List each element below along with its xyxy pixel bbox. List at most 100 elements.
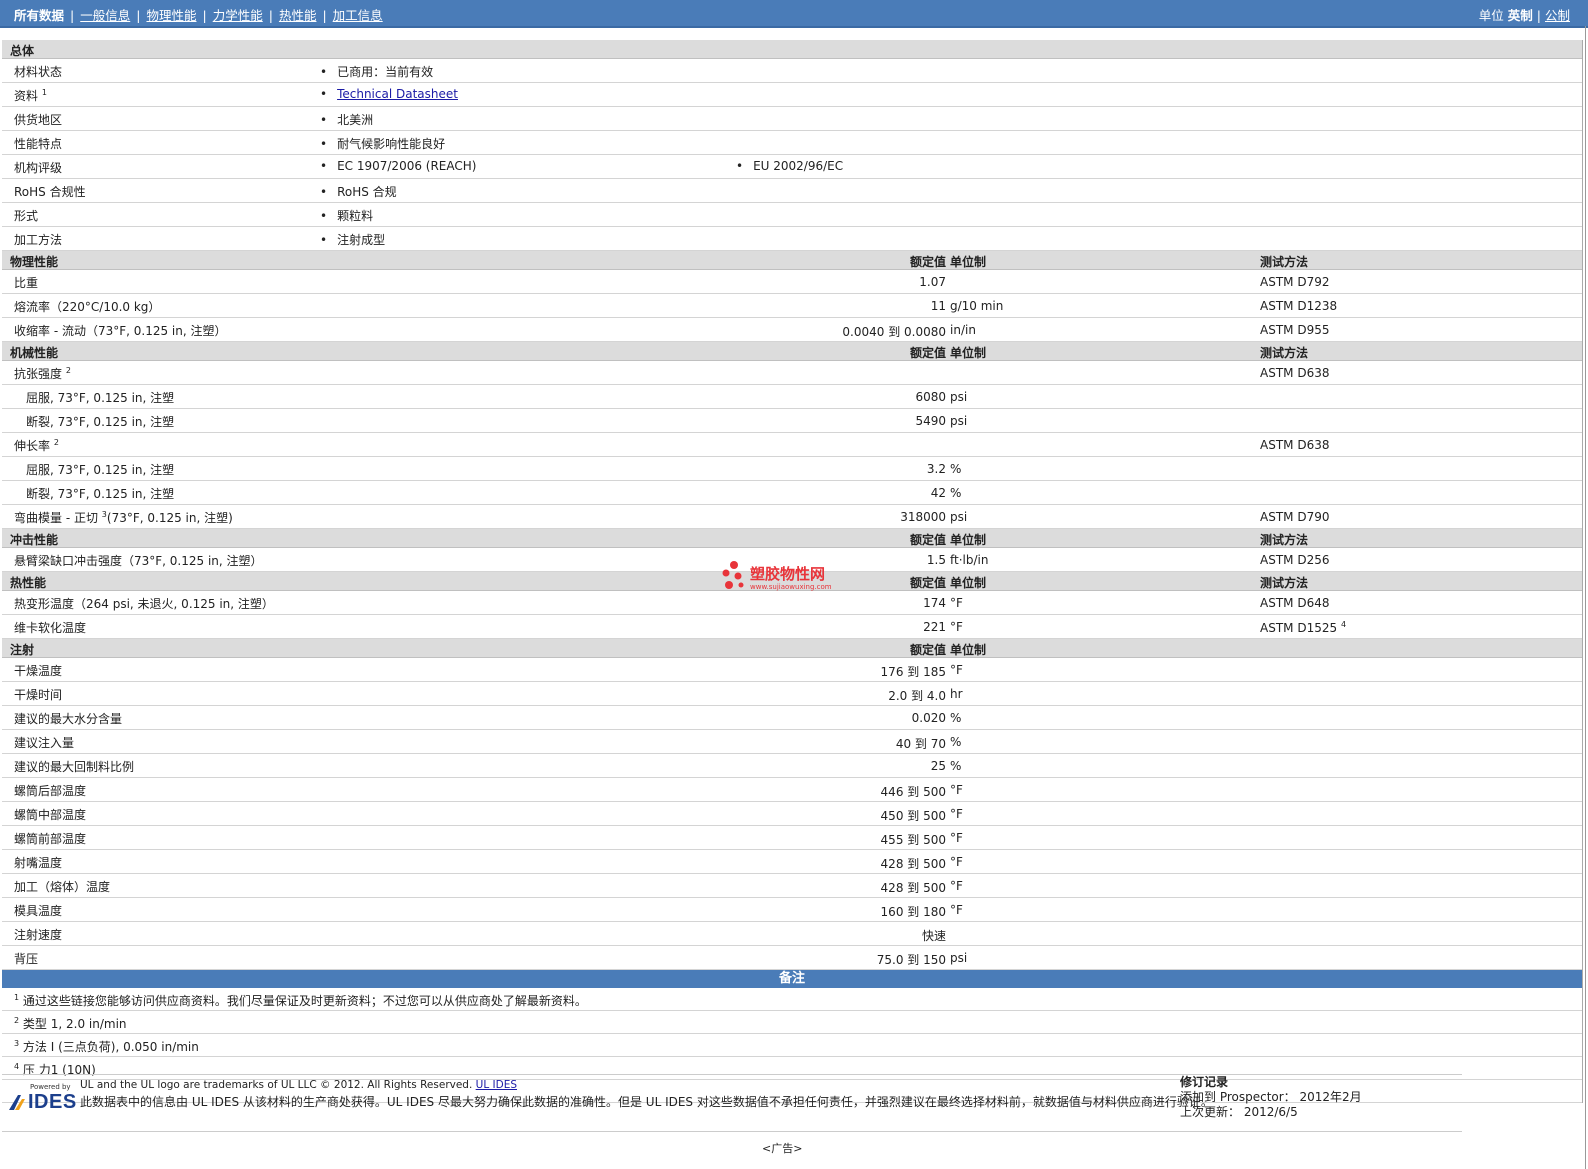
note-text: 3 方法 I (三点负荷), 0.050 in/min xyxy=(14,1038,199,1055)
ides-swoosh-icon xyxy=(9,1095,25,1110)
injection-row: 螺筒前部温度 455 到 500 °F xyxy=(2,826,1582,850)
tab-thermal[interactable]: 热性能 xyxy=(273,8,323,23)
row-value: 北美洲 xyxy=(320,111,373,128)
tab-all-data[interactable]: 所有数据 xyxy=(12,8,70,23)
note-number: 1 xyxy=(14,993,20,1002)
row-test-method: ASTM D790 xyxy=(1260,510,1329,524)
trademark-notice: UL and the UL logo are trademarks of UL … xyxy=(80,1079,517,1091)
row-unit: hr xyxy=(950,687,963,701)
row-unit: psi xyxy=(950,951,968,965)
tab-physical[interactable]: 物理性能 xyxy=(140,8,202,23)
row-unit: °F xyxy=(950,879,963,893)
row-unit: °F xyxy=(950,855,963,869)
disclaimer-text: 此数据表中的信息由 UL IDES 从该材料的生产商处获得。UL IDES 尽最… xyxy=(80,1095,1213,1109)
row-unit: psi xyxy=(950,414,968,428)
row-unit: % xyxy=(950,462,962,476)
row-test-method: ASTM D1525 4 xyxy=(1260,620,1346,635)
col-header-unit: 单位制 xyxy=(950,346,987,360)
test-method-text: ASTM D792 xyxy=(1260,275,1330,289)
row-value: 颗粒料 xyxy=(320,207,373,224)
injection-row: 螺筒后部温度 446 到 500 °F xyxy=(2,778,1582,802)
note-body: 类型 1, 2.0 in/min xyxy=(22,1017,127,1031)
row-label-text: 供货地区 xyxy=(14,113,63,127)
row-unit: °F xyxy=(950,620,963,634)
row-label: 建议的最大水分含量 xyxy=(14,710,122,727)
ad-label: <广告> xyxy=(762,1142,803,1155)
unit-metric-link[interactable]: 公制 xyxy=(1545,8,1570,23)
ul-ides-link[interactable]: UL IDES xyxy=(476,1079,517,1091)
row-label-text: 熔流率（220°C/10.0 kg） xyxy=(14,300,161,314)
revision-title: 修订记录 xyxy=(1180,1075,1229,1089)
row-value: 耐气候影响性能良好 xyxy=(320,135,445,152)
row-value: 428 到 500 xyxy=(880,857,946,871)
row-value: 已商用：当前有效 xyxy=(320,63,433,80)
general-row: 加工方法 注射成型 xyxy=(2,227,1582,251)
row-value: 5490 xyxy=(915,414,946,428)
mechanical-row: 屈服, 73°F, 0.125 in, 注塑 3.2% xyxy=(2,457,1582,481)
general-row: 形式 颗粒料 xyxy=(2,203,1582,227)
section-title: 冲击性能 xyxy=(10,533,59,547)
row-label-text: 建议的最大回制料比例 xyxy=(14,760,135,774)
row-label-text: 材料状态 xyxy=(14,65,63,79)
row-unit: psi xyxy=(950,510,968,524)
row-unit: °F xyxy=(950,596,963,610)
col-header-unit: 单位制 xyxy=(950,643,987,657)
section-header-injection: 注射 额定值 单位制 xyxy=(2,639,1582,658)
injection-row: 背压 75.0 到 150 psi xyxy=(2,946,1582,970)
row-unit: °F xyxy=(950,903,963,917)
row-label: 悬臂梁缺口冲击强度（73°F, 0.125 in, 注塑） xyxy=(14,552,263,569)
row-unit: °F xyxy=(950,831,963,845)
row-label: 螺筒中部温度 xyxy=(14,806,86,823)
row-label: 射嘴温度 xyxy=(14,854,62,871)
row-value: 25 xyxy=(930,759,946,773)
injection-row: 加工（熔体）温度 428 到 500 °F xyxy=(2,874,1582,898)
row-label: 供货地区 xyxy=(14,111,62,128)
test-method-text: ASTM D955 xyxy=(1260,323,1330,337)
row-label: 建议的最大回制料比例 xyxy=(14,758,134,775)
notes-header: 备注 xyxy=(2,970,1582,988)
row-value: 0.0040 到 0.0080 xyxy=(842,325,946,339)
row-label-text: 性能特点 xyxy=(14,137,63,151)
section-header-physical: 物理性能 额定值 单位制 测试方法 xyxy=(2,251,1582,270)
watermark-text: 塑胶物性网 xyxy=(750,565,826,583)
note-text: 2 类型 1, 2.0 in/min xyxy=(14,1015,127,1032)
row-label: 热变形温度（264 psi, 未退火, 0.125 in, 注塑） xyxy=(14,595,274,612)
row-label-text: 资料 xyxy=(14,89,39,103)
mechanical-row: 伸长率 2 ASTM D638 xyxy=(2,433,1582,457)
row-unit: % xyxy=(950,711,962,725)
ides-logo: Powered by IDES xyxy=(8,1083,77,1113)
physical-row: 比重 1.07 ASTM D792 xyxy=(2,270,1582,294)
row-label: 建议注入量 xyxy=(14,734,74,751)
ides-logo-text: IDES xyxy=(28,1091,77,1113)
revision-history: 修订记录 添加到 Prospector： 2012年2月 上次更新： 2012/… xyxy=(1180,1075,1362,1120)
tab-processing[interactable]: 加工信息 xyxy=(327,8,389,23)
row-value: 446 到 500 xyxy=(880,785,946,799)
row-unit: % xyxy=(950,759,962,773)
tab-general-info[interactable]: 一般信息 xyxy=(74,8,136,23)
row-label-text: 射嘴温度 xyxy=(14,856,63,870)
mechanical-row: 断裂, 73°F, 0.125 in, 注塑 42% xyxy=(2,481,1582,505)
tab-mechanical[interactable]: 力学性能 xyxy=(207,8,269,23)
row-label-text: 热变形温度（264 psi, 未退火, 0.125 in, 注塑） xyxy=(14,597,274,611)
row-value: 1.5 xyxy=(926,553,946,567)
mechanical-row: 弯曲模量 - 正切 3(73°F, 0.125 in, 注塑) 318000 psi… xyxy=(2,505,1582,529)
powered-by-label: Powered by xyxy=(30,1083,71,1091)
row-label: 伸长率 2 xyxy=(14,437,59,454)
row-value: 3.2 xyxy=(926,462,946,476)
row-value-text: RoHS 合规 xyxy=(337,185,397,199)
footnote-ref: 4 xyxy=(1340,620,1347,629)
technical-datasheet-link[interactable]: Technical Datasheet xyxy=(337,87,458,101)
row-label-text: 断裂, 73°F, 0.125 in, 注塑 xyxy=(26,487,175,501)
row-label-text: 形式 xyxy=(14,209,39,223)
row-value: 450 到 500 xyxy=(880,809,946,823)
row-label-text: 断裂, 73°F, 0.125 in, 注塑 xyxy=(26,415,175,429)
row-test-method: ASTM D1238 xyxy=(1260,299,1337,313)
row-value: 快速 xyxy=(921,929,946,943)
row-value: 160 到 180 xyxy=(880,905,946,919)
row-value-text: EC 1907/2006 (REACH) xyxy=(337,159,477,173)
note-body: 方法 I (三点负荷), 0.050 in/min xyxy=(22,1040,199,1054)
note-number: 2 xyxy=(14,1016,20,1025)
injection-row: 干燥温度 176 到 185 °F xyxy=(2,658,1582,682)
footer: Powered by IDES UL and the UL logo are t… xyxy=(2,1074,1462,1132)
general-row: 供货地区 北美洲 xyxy=(2,107,1582,131)
